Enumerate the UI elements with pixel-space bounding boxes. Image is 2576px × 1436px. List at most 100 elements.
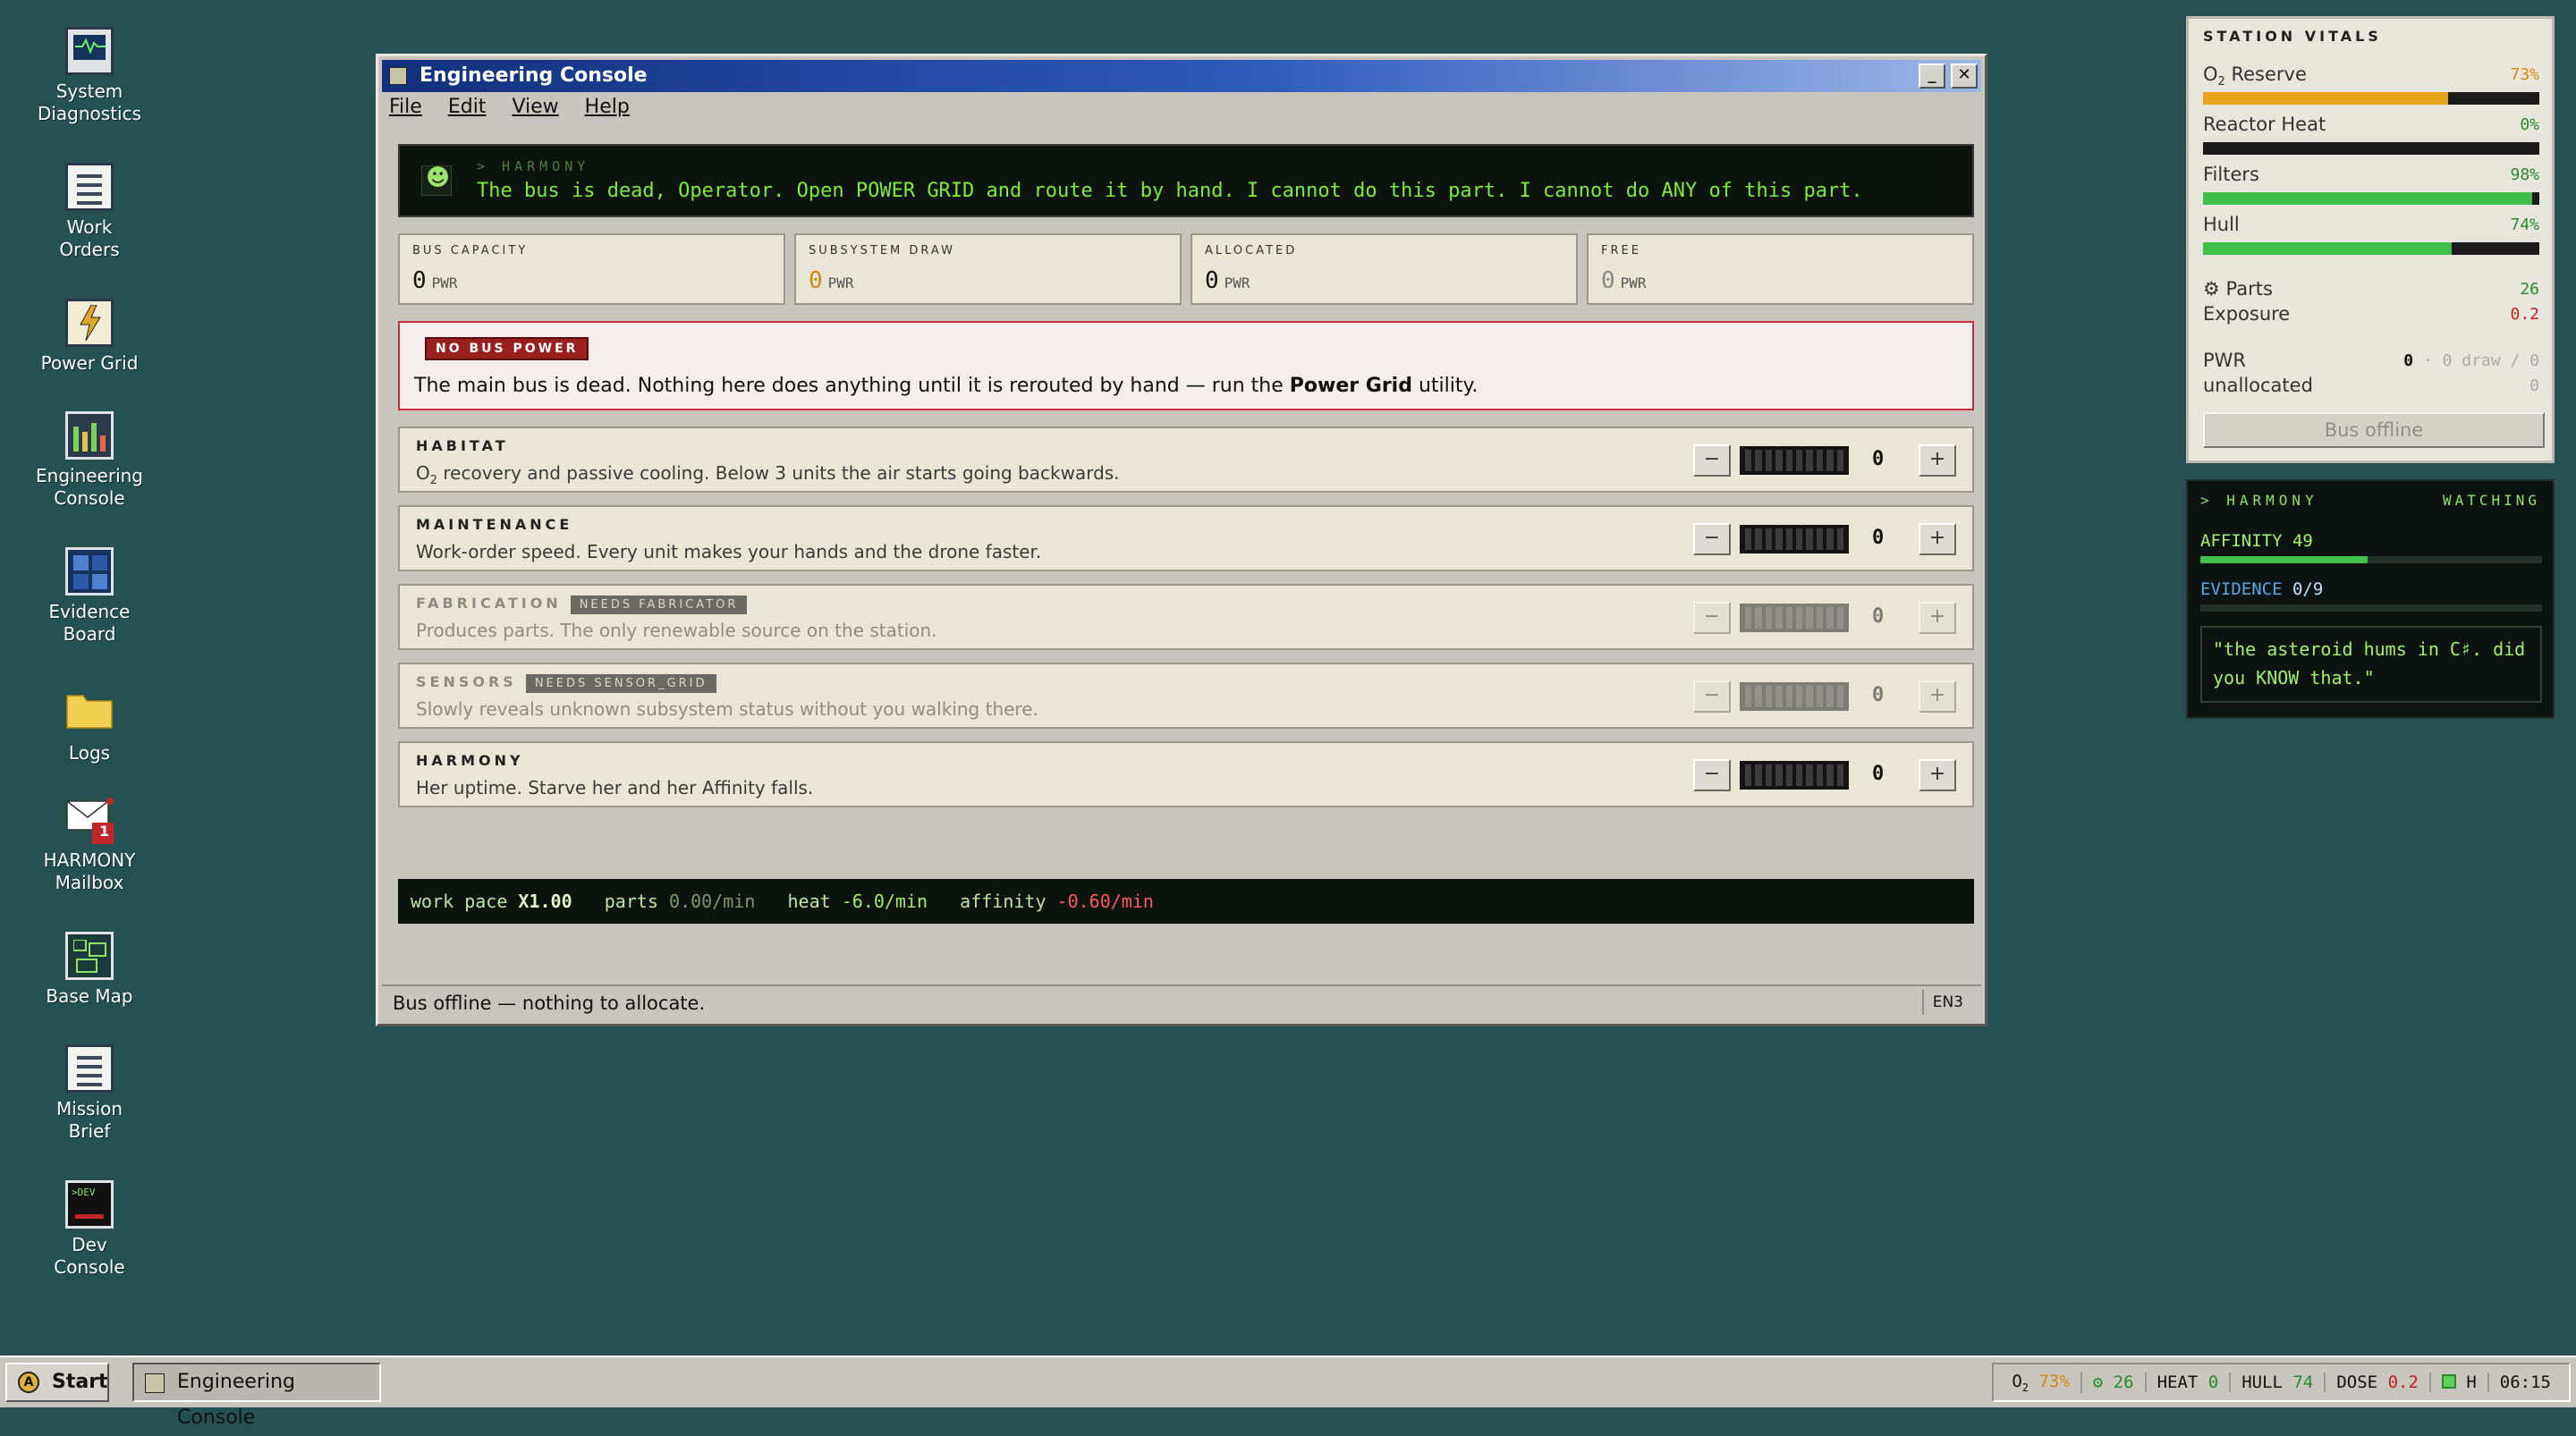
o2-reserve-row: O2 Reserve 73% — [2203, 63, 2539, 89]
minimize-button[interactable]: _ — [1919, 63, 1945, 89]
harmony-label: > HARMONY — [477, 158, 590, 174]
desktop-icon-label: Power Grid — [40, 352, 139, 374]
console-icon — [145, 1373, 165, 1393]
desktop-icon-dev-console[interactable]: >DEV Dev Console — [20, 1180, 159, 1279]
parts-row: ⚙ Parts 26 — [2203, 278, 2539, 300]
allocation-meter — [1740, 682, 1849, 711]
harmony-face-icon — [421, 165, 452, 196]
desktop-icon-harmony-mailbox[interactable]: 1 HARMONY Mailbox — [20, 796, 159, 894]
subsystem-name: HARMONY — [416, 752, 524, 769]
stat-label: BUS CAPACITY — [412, 244, 529, 258]
allocation-meter — [1740, 525, 1849, 553]
taskbar-item-engineering-console[interactable]: Engineering Console — [132, 1363, 381, 1429]
harmony-panel: > HARMONY WATCHING AFFINITY 49 EVIDENCE … — [2186, 479, 2555, 719]
o2-bar — [2203, 92, 2539, 105]
tray-o2: O2 73% — [2001, 1371, 2082, 1394]
tray-harmony: H — [2431, 1373, 2489, 1392]
vitals-title: STATION VITALS — [2203, 28, 2382, 45]
desktop-icon-system-diagnostics[interactable]: System Diagnostics — [20, 27, 159, 125]
menu-edit[interactable]: Edit — [448, 96, 487, 118]
hull-value: 74% — [2510, 215, 2539, 234]
window-titlebar[interactable]: Engineering Console _ ✕ — [382, 60, 1981, 92]
status-text: Bus offline — nothing to allocate. — [393, 993, 706, 1014]
system-tray: O2 73% ⚙ 26 HEAT 0 HULL 74 DOSE 0.2 H 06… — [1992, 1363, 2571, 1402]
desktop-icon-power-grid[interactable]: Power Grid — [20, 299, 159, 375]
tray-parts: ⚙ 26 — [2082, 1373, 2147, 1392]
allocation-value: 0 — [1872, 763, 1885, 785]
parts-rate: 0.00/min — [669, 891, 756, 912]
hull-row: Hull 74% — [2203, 214, 2539, 235]
desktop-icon-engineering-console[interactable]: Engineering Console — [20, 411, 159, 510]
folder-icon — [65, 688, 114, 737]
subsystem-description: Her uptime. Starve her and her Affinity … — [416, 777, 814, 798]
desktop-icon-evidence-board[interactable]: Evidence Board — [20, 547, 159, 646]
start-logo-icon: A — [18, 1372, 39, 1393]
desktop-icon-label: HARMONY Mailbox — [43, 849, 136, 893]
no-bus-power-badge: NO BUS POWER — [425, 337, 589, 360]
tray-clock: 06:15 — [2499, 1373, 2551, 1392]
increase-button[interactable]: + — [1919, 602, 1956, 634]
document-icon — [65, 163, 114, 211]
map-icon — [65, 932, 114, 980]
allocation-meter — [1740, 761, 1849, 790]
monitor-icon — [65, 27, 114, 75]
desktop-icon-logs[interactable]: Logs — [20, 688, 159, 764]
work-pace-bar: work pace X1.00 parts 0.00/min heat -6.0… — [398, 879, 1974, 924]
unallocated-value: 0 — [2529, 376, 2539, 395]
reactor-heat-bar — [2203, 142, 2539, 155]
harmony-quote: "the asteroid hums in C♯. did you KNOW t… — [2200, 626, 2542, 703]
power-stats: BUS CAPACITY 0 PWR SUBSYSTEM DRAW 0 PWR AL… — [398, 233, 1974, 305]
subsystem-description: O2 recovery and passive cooling. Below 3… — [416, 462, 1120, 487]
subsystem-name: HABITAT — [416, 437, 509, 454]
pwr-value: 0 · 0 draw / 0 — [2403, 351, 2539, 370]
increase-button[interactable]: + — [1919, 523, 1956, 555]
increase-button[interactable]: + — [1919, 444, 1956, 477]
document-icon — [65, 1044, 114, 1093]
window-title: Engineering Console — [419, 64, 648, 87]
exposure-value: 0.2 — [2510, 305, 2539, 324]
stat-value: 0 PWR — [412, 267, 458, 294]
desktop-icon-work-orders[interactable]: Work Orders — [20, 163, 159, 261]
exposure-row: Exposure 0.2 — [2203, 303, 2539, 325]
bus-offline-button[interactable]: Bus offline — [2203, 412, 2545, 448]
desktop-icon-mission-brief[interactable]: Mission Brief — [20, 1044, 159, 1143]
no-bus-power-alert: NO BUS POWER The main bus is dead. Nothi… — [398, 321, 1974, 410]
engineering-console-window: Engineering Console _ ✕ File Edit View H… — [376, 54, 1987, 1026]
desktop-icon-label: Evidence Board — [48, 601, 131, 645]
affinity-bar — [2200, 556, 2542, 563]
menu-file[interactable]: File — [389, 96, 422, 118]
increase-button[interactable]: + — [1919, 680, 1956, 713]
subsystem-description: Produces parts. The only renewable sourc… — [416, 620, 937, 641]
decrease-button[interactable]: − — [1693, 680, 1731, 713]
desktop-icon-label: Dev Console — [54, 1234, 125, 1278]
reactor-heat-row: Reactor Heat 0% — [2203, 114, 2539, 135]
menu-help[interactable]: Help — [585, 96, 630, 118]
work-pace-value: X1.00 — [518, 891, 572, 912]
requirement-tag: NEEDS FABRICATOR — [570, 596, 748, 614]
allocation-value: 0 — [1872, 527, 1885, 549]
desktop-icon-label: System Diagnostics — [37, 80, 142, 124]
increase-button[interactable]: + — [1919, 759, 1956, 791]
menu-view[interactable]: View — [512, 96, 558, 118]
harmony-message-bar: > HARMONY The bus is dead, Operator. Ope… — [398, 144, 1974, 217]
close-button[interactable]: ✕ — [1951, 63, 1978, 89]
allocation-meter — [1740, 446, 1849, 475]
decrease-button[interactable]: − — [1693, 602, 1731, 634]
mail-icon: 1 — [65, 796, 114, 844]
allocation-stepper: − 0 + — [1693, 602, 1956, 636]
pwr-row: PWR 0 · 0 draw / 0 — [2203, 350, 2539, 371]
power-grid-icon — [65, 299, 114, 347]
heat-rate: -6.0/min — [841, 891, 928, 912]
start-button[interactable]: A Start — [5, 1363, 109, 1402]
tray-dose: DOSE 0.2 — [2326, 1373, 2431, 1392]
stat-free: FREE 0 PWR — [1587, 233, 1974, 305]
decrease-button[interactable]: − — [1693, 523, 1731, 555]
allocation-stepper: − 0 + — [1693, 759, 1956, 793]
board-icon — [65, 547, 114, 596]
o2-label: O2 Reserve — [2203, 63, 2307, 89]
stat-bus-capacity: BUS CAPACITY 0 PWR — [398, 233, 785, 305]
desktop-icon-base-map[interactable]: Base Map — [20, 932, 159, 1008]
decrease-button[interactable]: − — [1693, 444, 1731, 477]
decrease-button[interactable]: − — [1693, 759, 1731, 791]
taskbar: A Start Engineering Console O2 73% ⚙ 26 … — [0, 1356, 2576, 1429]
